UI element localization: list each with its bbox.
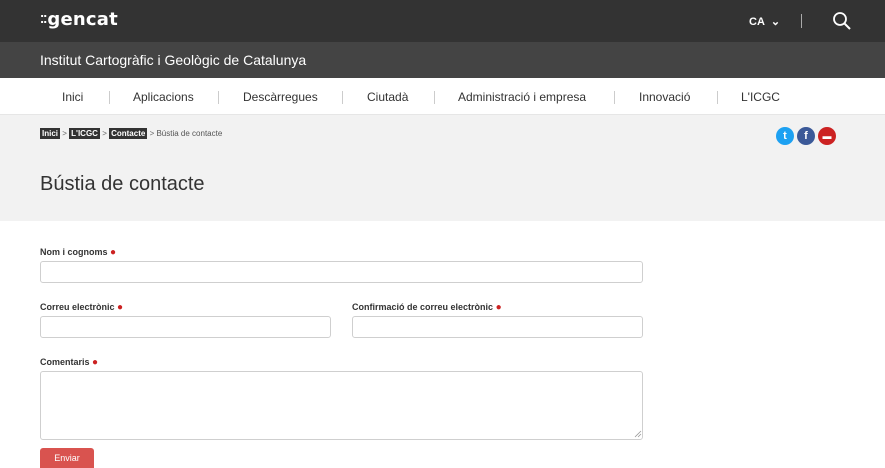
email-label-text: Correu electrònic — [40, 302, 115, 312]
name-label: Nom i cognoms ● — [40, 247, 116, 258]
page-header: Inici > L'ICGC > Contacte > Bústia de co… — [0, 115, 885, 221]
nav-divider — [434, 91, 435, 104]
language-selector[interactable]: CA ⌄ — [749, 15, 780, 28]
breadcrumb-item-icgc[interactable]: L'ICGC — [69, 128, 100, 139]
breadcrumb: Inici > L'ICGC > Contacte > Bústia de co… — [40, 128, 223, 139]
nav-item-innovacio[interactable]: Innovació — [639, 90, 690, 104]
breadcrumb-item-contacte[interactable]: Contacte — [109, 128, 148, 139]
nav-item-icgc[interactable]: L'ICGC — [741, 90, 780, 104]
top-bar: ⁚⁚gencat CA ⌄ — [0, 0, 885, 42]
nav-divider — [614, 91, 615, 104]
breadcrumb-item-inici[interactable]: Inici — [40, 128, 61, 139]
print-icon[interactable]: ▬ — [818, 127, 836, 145]
email-confirm-label: Confirmació de correu electrònic ● — [352, 302, 502, 313]
logo-dots: ⁚⁚ — [40, 13, 47, 26]
email-confirm-field[interactable] — [352, 316, 643, 338]
nav-item-administracio-empresa[interactable]: Administració i empresa — [458, 90, 586, 104]
nav-divider — [109, 91, 110, 104]
facebook-icon[interactable]: f — [797, 127, 815, 145]
comments-label: Comentaris ● — [40, 357, 98, 368]
breadcrumb-separator: > — [149, 129, 155, 138]
required-indicator: ● — [110, 247, 117, 258]
main-navigation: Inici Aplicacions Descàrregues Ciutadà A… — [0, 80, 885, 115]
required-indicator: ● — [117, 302, 124, 313]
email-confirm-label-text: Confirmació de correu electrònic — [352, 302, 494, 312]
organization-bar: Institut Cartogràfic i Geològic de Catal… — [0, 42, 885, 78]
resize-handle-icon[interactable] — [634, 430, 642, 438]
comments-textarea[interactable] — [40, 371, 643, 440]
nav-item-ciutada[interactable]: Ciutadà — [367, 90, 408, 104]
twitter-icon[interactable]: t — [776, 127, 794, 145]
topbar-divider — [801, 14, 802, 28]
chevron-down-icon: ⌄ — [770, 16, 781, 28]
breadcrumb-current: Bústia de contacte — [156, 129, 223, 138]
required-indicator: ● — [92, 357, 99, 368]
name-field[interactable] — [40, 261, 643, 283]
logo-text: gencat — [47, 9, 118, 30]
email-field[interactable] — [40, 316, 331, 338]
required-indicator: ● — [495, 302, 502, 313]
nav-item-descarregues[interactable]: Descàrregues — [243, 90, 318, 104]
gencat-logo[interactable]: ⁚⁚gencat — [40, 9, 118, 30]
nav-divider — [342, 91, 343, 104]
comments-label-text: Comentaris — [40, 357, 90, 367]
page-title: Bústia de contacte — [40, 173, 205, 195]
nav-item-inici[interactable]: Inici — [62, 90, 83, 104]
nav-divider — [717, 91, 718, 104]
search-icon[interactable] — [832, 11, 852, 31]
language-label: CA — [749, 16, 765, 28]
submit-button[interactable]: Enviar — [40, 448, 94, 468]
name-label-text: Nom i cognoms — [40, 247, 108, 257]
breadcrumb-separator: > — [62, 129, 67, 138]
nav-item-aplicacions[interactable]: Aplicacions — [133, 90, 194, 104]
nav-divider — [218, 91, 219, 104]
email-label: Correu electrònic ● — [40, 302, 123, 313]
organization-title[interactable]: Institut Cartogràfic i Geològic de Catal… — [40, 52, 306, 68]
breadcrumb-separator: > — [102, 129, 107, 138]
